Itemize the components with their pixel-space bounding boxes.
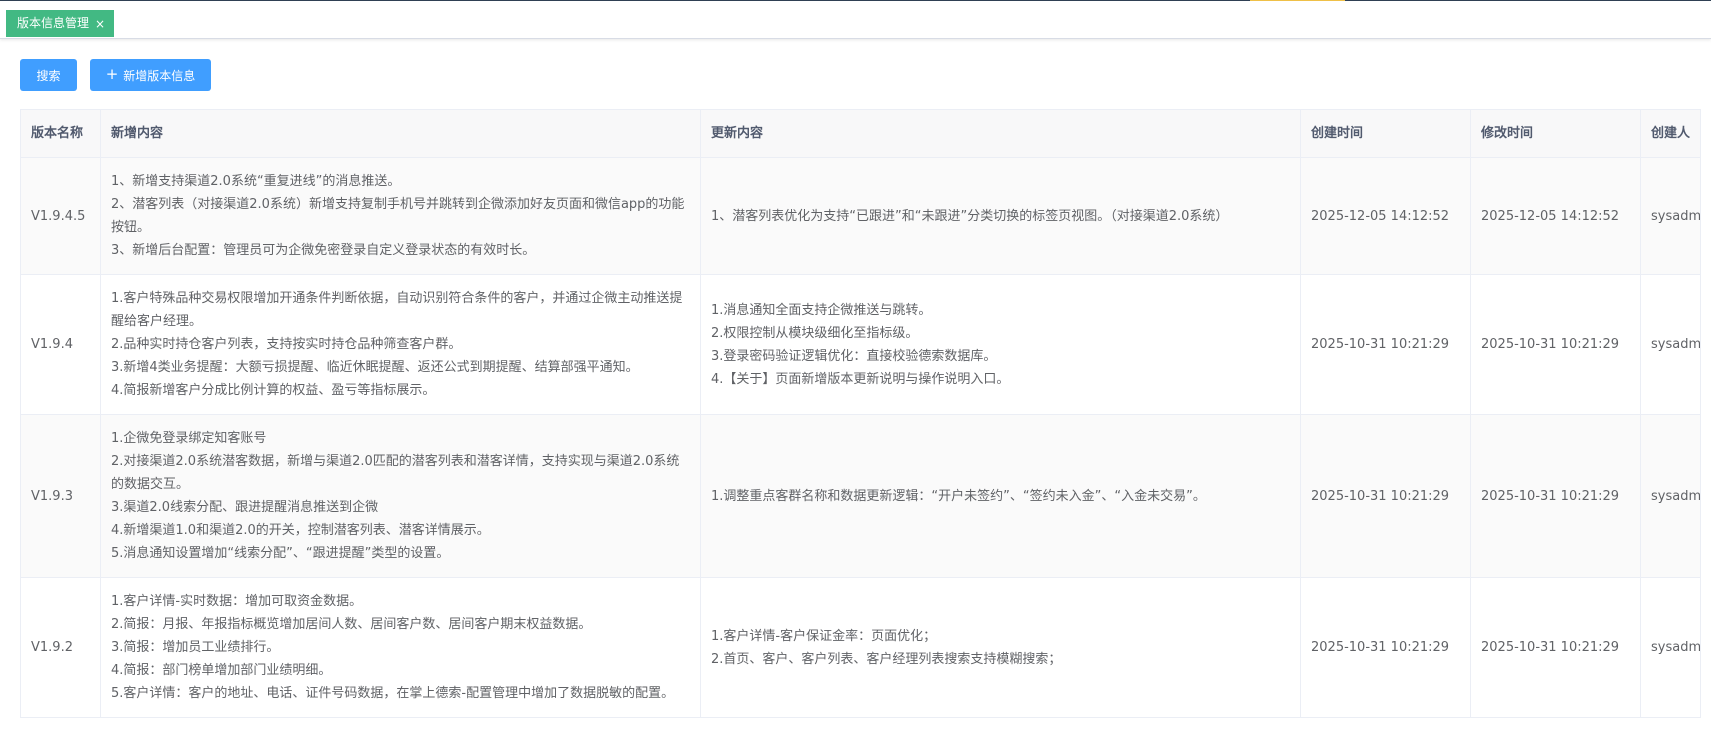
column-header-version[interactable]: 版本名称 <box>20 109 101 158</box>
add-version-label: 新增版本信息 <box>123 68 196 83</box>
search-button[interactable]: 搜索 <box>20 59 77 91</box>
cell-updated-line: 1.客户详情-客户保证金率：页面优化； <box>711 628 937 644</box>
cell-creator: sysadmin <box>1640 414 1701 578</box>
cell-added-line: 5.消息通知设置增加“线索分配”、“跟进提醒”类型的设置。 <box>111 546 450 561</box>
cell-updated-line: 2.首页、客户、客户列表、客户经理列表搜索支持模糊搜索； <box>711 651 1062 667</box>
column-header-creator[interactable]: 创建人 <box>1640 109 1701 158</box>
close-icon[interactable]: × <box>95 18 105 30</box>
column-header-updated[interactable]: 更新内容 <box>700 109 1301 158</box>
cell-added-line: 5.客户详情：客户的地址、电话、证件号码数据，在掌上德索-配置管理中增加了数据脱… <box>111 686 675 701</box>
cell-added: 1、新增支持渠道2.0系统“重复进线”的消息推送。 2、潜客列表（对接渠道2.0系… <box>100 157 701 275</box>
cell-added-line: 1.企微免登录绑定知客账号 <box>111 431 267 446</box>
table-row[interactable]: V1.9.3 1.企微免登录绑定知客账号 2.对接渠道2.0系统潜客数据，新增与渠道… <box>20 414 1701 578</box>
table-row[interactable]: V1.9.4 1.客户特殊品种交易权限增加开通条件判断依据，自动识别符合条件的客户… <box>20 274 1701 415</box>
cell-added-line: 4.新增渠道1.0和渠道2.0的开关，控制潜客列表、潜客详情展示。 <box>111 523 490 538</box>
cell-creator: sysadmin <box>1640 274 1701 415</box>
cell-added-line: 2.对接渠道2.0系统潜客数据，新增与渠道2.0匹配的潜客列表和潜客详情，支持实… <box>111 454 680 492</box>
cell-updated: 1、潜客列表优化为支持“已跟进”和“未跟进”分类切换的标签页视图。（对接渠道2.… <box>700 157 1301 275</box>
cell-added: 1.企微免登录绑定知客账号 2.对接渠道2.0系统潜客数据，新增与渠道2.0匹配的… <box>100 414 701 578</box>
cell-created: 2025-12-05 14:12:52 <box>1300 157 1471 275</box>
cell-updated: 1.调整重点客群名称和数据更新逻辑：“开户未签约”、“签约未入金”、“入金未交易… <box>700 414 1301 578</box>
cell-added-line: 1.客户特殊品种交易权限增加开通条件判断依据，自动识别符合条件的客户，并通过企微… <box>111 291 683 329</box>
cell-added-line: 4.简报新增客户分成比例计算的权益、盈亏等指标展示。 <box>111 383 436 398</box>
cell-created: 2025-10-31 10:21:29 <box>1300 274 1471 415</box>
cell-added-line: 2.简报：月报、年报指标概览增加居间人数、居间客户数、居间客户期末权益数据。 <box>111 617 592 632</box>
cell-updated: 1.客户详情-客户保证金率：页面优化； 2.首页、客户、客户列表、客户经理列表搜索… <box>700 577 1301 718</box>
cell-updated-line: 4.【关于】页面新增版本更新说明与操作说明入口。 <box>711 371 1010 387</box>
column-header-modified[interactable]: 修改时间 <box>1470 109 1641 158</box>
cell-version: V1.9.3 <box>20 414 101 578</box>
cell-modified: 2025-10-31 10:21:29 <box>1470 274 1641 415</box>
search-button-label: 搜索 <box>36 68 61 83</box>
cell-updated-line: 1.调整重点客群名称和数据更新逻辑：“开户未签约”、“签约未入金”、“入金未交易… <box>711 488 1206 504</box>
cell-added: 1.客户详情-实时数据：增加可取资金数据。 2.简报：月报、年报指标概览增加居间人… <box>100 577 701 718</box>
cell-added: 1.客户特殊品种交易权限增加开通条件判断依据，自动识别符合条件的客户，并通过企微… <box>100 274 701 415</box>
cell-version: V1.9.2 <box>20 577 101 718</box>
cell-updated: 1.消息通知全面支持企微推送与跳转。 2.权限控制从模块级细化至指标级。 3.登录密… <box>700 274 1301 415</box>
cell-updated-line: 2.权限控制从模块级细化至指标级。 <box>711 325 919 341</box>
column-header-created[interactable]: 创建时间 <box>1300 109 1471 158</box>
cell-version: V1.9.4.5 <box>20 157 101 275</box>
table-row[interactable]: V1.9.2 1.客户详情-实时数据：增加可取资金数据。 2.简报：月报、年报指标概… <box>20 577 1701 718</box>
cell-modified: 2025-10-31 10:21:29 <box>1470 414 1641 578</box>
cell-added-line: 3.渠道2.0线索分配、跟进提醒消息推送到企微 <box>111 500 379 515</box>
cell-version: V1.9.4 <box>20 274 101 415</box>
version-table: 版本名称 新增内容 更新内容 创建时间 修改时间 创建人 V1.9.4.5 1、新… <box>20 109 1701 718</box>
cell-created: 2025-10-31 10:21:29 <box>1300 414 1471 578</box>
cell-updated-line: 3.登录密码验证逻辑优化：直接校验德索数据库。 <box>711 348 997 364</box>
plus-icon: + <box>105 65 119 83</box>
cell-modified: 2025-10-31 10:21:29 <box>1470 577 1641 718</box>
tab-label: 版本信息管理 <box>17 16 90 30</box>
table-body: V1.9.4.5 1、新增支持渠道2.0系统“重复进线”的消息推送。 2、潜客列表（… <box>20 157 1701 718</box>
cell-updated-line: 1、潜客列表优化为支持“已跟进”和“未跟进”分类切换的标签页视图。（对接渠道2.… <box>711 208 1229 224</box>
cell-added-line: 2、潜客列表（对接渠道2.0系统）新增支持复制手机号并跳转到企微添加好友页面和微… <box>111 197 685 235</box>
table-header-row: 版本名称 新增内容 更新内容 创建时间 修改时间 创建人 <box>20 109 1701 158</box>
cell-added-line: 2.品种实时持仓客户列表，支持按实时持仓品种筛查客户群。 <box>111 337 462 352</box>
cell-creator: sysadmin <box>1640 577 1701 718</box>
cell-added-line: 4.简报：部门榜单增加部门业绩明细。 <box>111 663 332 678</box>
tab-version-info[interactable]: 版本信息管理 × <box>6 10 115 37</box>
cell-creator: sysadmin <box>1640 157 1701 275</box>
cell-added-line: 3.新增4类业务提醒：大额亏损提醒、临近休眠提醒、返还公式到期提醒、结算部强平通… <box>111 360 639 375</box>
cell-updated-line: 1.消息通知全面支持企微推送与跳转。 <box>711 302 932 318</box>
cell-modified: 2025-12-05 14:12:52 <box>1470 157 1641 275</box>
cell-added-line: 3、新增后台配置：管理员可为企微免密登录自定义登录状态的有效时长。 <box>111 243 536 258</box>
table-row[interactable]: V1.9.4.5 1、新增支持渠道2.0系统“重复进线”的消息推送。 2、潜客列表（… <box>20 157 1701 275</box>
cell-added-line: 3.简报：增加员工业绩排行。 <box>111 640 280 655</box>
cell-created: 2025-10-31 10:21:29 <box>1300 577 1471 718</box>
cell-added-line: 1.客户详情-实时数据：增加可取资金数据。 <box>111 594 363 609</box>
column-header-added[interactable]: 新增内容 <box>100 109 701 158</box>
add-version-button[interactable]: + 新增版本信息 <box>90 59 211 91</box>
tags-view-bar: 版本信息管理 × <box>0 1 1711 39</box>
cell-added-line: 1、新增支持渠道2.0系统“重复进线”的消息推送。 <box>111 174 401 189</box>
